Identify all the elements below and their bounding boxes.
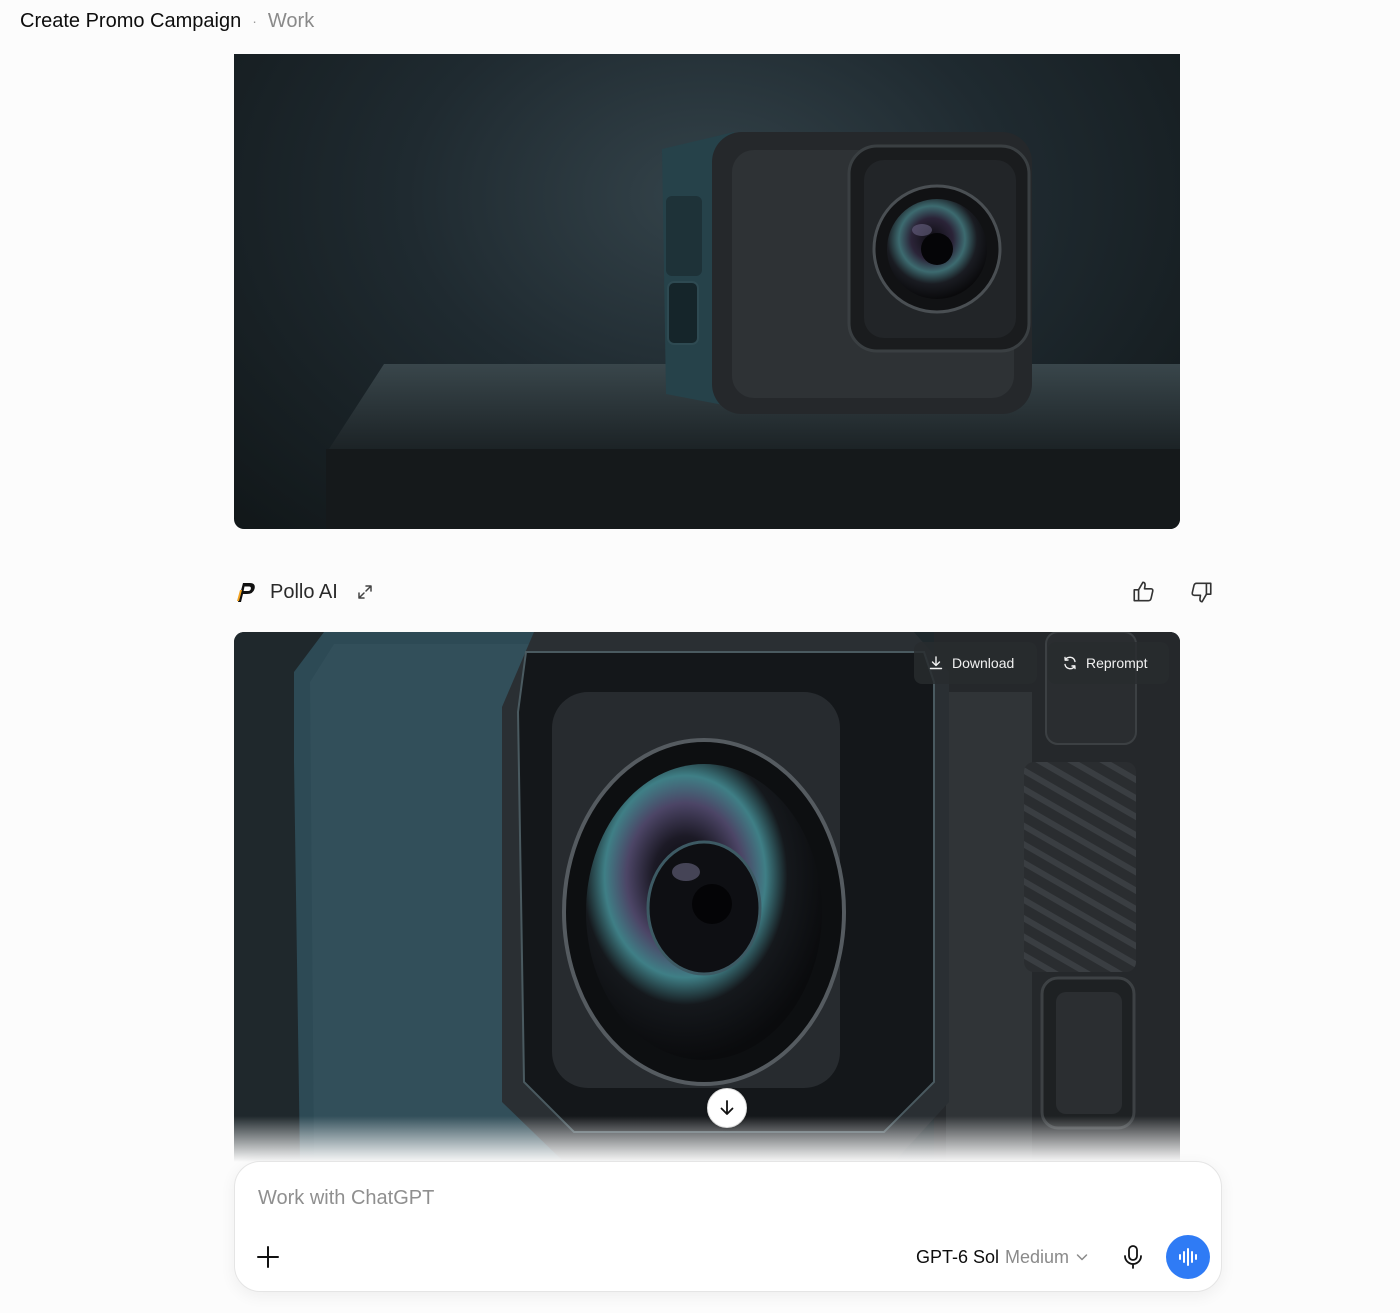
image-fade [234,1116,1180,1162]
model-name: GPT-6 Sol [916,1246,1000,1267]
breadcrumb-separator: · [252,13,257,29]
reprompt-button[interactable]: Reprompt [1048,642,1169,684]
prompt-composer: GPT-6 Sol Medium [234,1161,1222,1292]
pollo-ai-logo-icon [237,583,255,602]
thumbs-down-icon[interactable] [1188,579,1214,605]
conversation-title[interactable]: Create Promo Campaign [20,10,241,33]
voice-mode-button[interactable] [1166,1235,1210,1279]
reprompt-label: Reprompt [1086,655,1148,671]
download-icon [929,656,943,670]
generated-image-1[interactable] [234,54,1180,529]
project-name[interactable]: Work [268,10,314,33]
plus-icon[interactable] [255,1244,281,1270]
download-button[interactable]: Download [914,642,1037,684]
source-name: Pollo AI [270,580,338,603]
scroll-to-bottom-button[interactable] [707,1088,747,1128]
model-selector[interactable]: GPT-6 Sol Medium [916,1244,1089,1270]
thumbs-up-icon[interactable] [1131,579,1157,605]
generated-image-2[interactable]: Download Reprompt [234,632,1180,1162]
prompt-input[interactable] [258,1182,958,1214]
model-effort: Medium [1005,1246,1070,1267]
refresh-icon [1064,656,1076,670]
download-label: Download [952,655,1015,671]
waveform-icon [1179,1248,1197,1266]
microphone-icon[interactable] [1121,1244,1145,1270]
camera-product-illustration [326,132,1180,529]
breadcrumb: Create Promo Campaign · Work [20,8,314,34]
tool-source-row: Pollo AI [234,574,1224,610]
camera-closeup-illustration [234,632,1180,1162]
arrow-down-icon [720,1100,734,1115]
expand-icon[interactable] [356,583,374,601]
chevron-down-icon [1076,1254,1088,1261]
